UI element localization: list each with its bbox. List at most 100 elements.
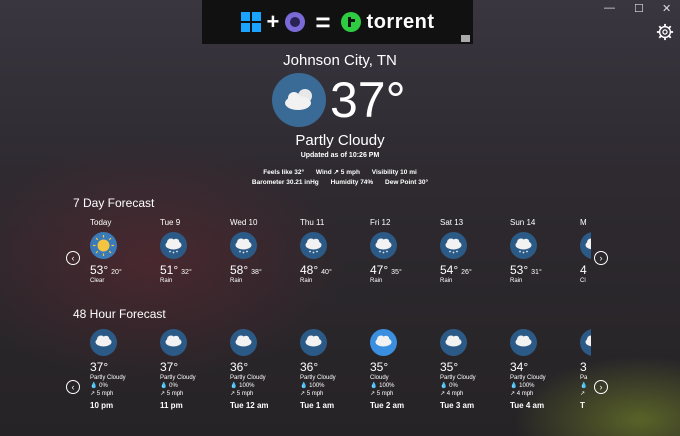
settings-gear-icon[interactable] xyxy=(656,23,674,41)
hour-time: Tue 1 am xyxy=(300,401,335,410)
cloud-icon xyxy=(440,329,467,356)
hour-temp: 35° xyxy=(440,360,459,374)
raindrop-icon: 💧 xyxy=(580,383,588,389)
hour-time: T xyxy=(580,401,585,410)
day-low: 35° xyxy=(391,269,402,276)
day-condition: Rain xyxy=(510,278,523,284)
ad-brand-text: torrent xyxy=(366,10,435,33)
bittorrent-logo-icon xyxy=(285,12,306,32)
day-name: Fri 12 xyxy=(370,218,391,227)
wind-arrow-icon: ↗ xyxy=(580,391,586,397)
seven-day-title: 7 Day Forecast xyxy=(73,196,155,210)
hour-precip: 0% xyxy=(99,383,108,389)
daily-forecast-item[interactable]: M 4 Cl xyxy=(580,218,591,284)
day-name: Sun 14 xyxy=(510,218,536,227)
current-condition: Partly Cloudy xyxy=(295,132,385,149)
raindrop-icon: 💧 xyxy=(370,383,378,389)
daily-forecast-item[interactable]: Fri 12 47° 35° Rain xyxy=(370,218,434,284)
hour-precip: 100% xyxy=(519,383,535,389)
hour-temp: 36° xyxy=(230,360,249,374)
hour-temp: 37° xyxy=(90,360,109,374)
cloud-icon xyxy=(160,329,187,356)
day-condition: Rain xyxy=(230,278,243,284)
hour-temp: 35° xyxy=(370,360,389,374)
current-temperature: 37° xyxy=(330,72,406,128)
wind: Wind ↗ 5 mph xyxy=(315,169,360,176)
hour-condition: Partly Cloudy xyxy=(90,375,126,381)
day-name: Thu 11 xyxy=(300,218,325,227)
ad-plus: + xyxy=(266,9,280,34)
hourly-forecast-item[interactable]: 37° Partly Cloudy 💧 0% ↗ 5 mph 10 pm xyxy=(90,324,154,410)
daily-forecast-item[interactable]: Thu 11 48° 40° Rain xyxy=(300,218,364,284)
hour-condition: Partly Cloudy xyxy=(230,375,266,381)
day-high: 53° xyxy=(90,263,109,277)
rain-cloud-icon xyxy=(510,232,537,259)
daily-forecast-item[interactable]: Sat 13 54° 26° Rain xyxy=(440,218,504,284)
hour-condition: Partly Cloudy xyxy=(440,375,476,381)
cloud-icon xyxy=(230,329,257,356)
daily-forecast-item[interactable]: Tue 9 51° 32° Rain xyxy=(160,218,224,284)
minimize-button[interactable]: — xyxy=(604,2,615,14)
close-button[interactable]: ✕ xyxy=(662,2,671,15)
hourly-forecast-item[interactable]: 35° Cloudy 💧 100% ↗ 5 mph Tue 2 am xyxy=(370,324,434,410)
hourly-next-arrow-icon[interactable]: › xyxy=(594,380,608,394)
hourly-forecast-item[interactable]: 36° Partly Cloudy 💧 100% ↗ 5 mph Tue 12 am xyxy=(230,324,294,410)
hourly-prev-arrow-icon[interactable]: ‹ xyxy=(66,380,80,394)
hourly-forecast-item[interactable]: 37° Partly Cloudy 💧 0% ↗ 5 mph 11 pm xyxy=(160,324,224,410)
day-condition: Rain xyxy=(440,278,453,284)
hourly-forecast-item[interactable]: 3 Pa 💧 ↗ T xyxy=(580,324,591,410)
hour-condition: Partly Cloudy xyxy=(510,375,546,381)
hourly-forecast-item[interactable]: 34° Partly Cloudy 💧 100% ↗ 4 mph Tue 4 am xyxy=(510,324,574,410)
day-name: Tue 9 xyxy=(160,218,181,227)
wind-arrow-icon: ↗ xyxy=(370,391,376,397)
details-row-2: Barometer 30.21 inHg Humidity 74% Dew Po… xyxy=(0,179,680,186)
partly-cloudy-night-icon xyxy=(272,73,326,127)
daily-forecast-item[interactable]: Sun 14 53° 31° Rain xyxy=(510,218,574,284)
daily-next-arrow-icon[interactable]: › xyxy=(594,251,608,265)
hourly-forecast-item[interactable]: 35° Partly Cloudy 💧 0% ↗ 4 mph Tue 3 am xyxy=(440,324,504,410)
day-high: 53° xyxy=(510,263,529,277)
city-name: Johnson City, TN xyxy=(283,52,397,69)
day-low: 32° xyxy=(181,269,192,276)
torrent-logo-icon xyxy=(340,12,361,32)
hour-precip: 0% xyxy=(449,383,458,389)
daily-forecast-item[interactable]: Today 53° 20° Clear xyxy=(90,218,154,284)
day-high: 47° xyxy=(370,263,389,277)
cloud-icon xyxy=(370,329,397,356)
hour-wind: 5 mph xyxy=(236,391,254,397)
barometer: Barometer 30.21 inHg xyxy=(251,179,319,186)
raindrop-icon: 💧 xyxy=(160,383,168,389)
raindrop-icon: 💧 xyxy=(230,383,238,389)
hour-precip: 100% xyxy=(309,383,325,389)
hour-wind: 5 mph xyxy=(306,391,324,397)
rain-cloud-icon xyxy=(370,232,397,259)
hour-time: 11 pm xyxy=(160,401,183,410)
maximize-button[interactable]: ☐ xyxy=(634,2,644,15)
day-low: 31° xyxy=(531,269,542,276)
windows-logo-icon xyxy=(240,12,261,32)
wind-arrow-icon: ↗ xyxy=(160,391,166,397)
day-high: 51° xyxy=(160,263,179,277)
hour-time: 10 pm xyxy=(90,401,114,410)
rain-cloud-icon xyxy=(160,232,187,259)
day-name: M xyxy=(580,218,587,227)
hour-wind: 4 mph xyxy=(446,391,464,397)
day-name: Sat 13 xyxy=(440,218,464,227)
cloud-icon xyxy=(90,329,117,356)
ad-banner[interactable]: + = torrent xyxy=(202,0,473,44)
day-name: Wed 10 xyxy=(230,218,258,227)
hour-condition: Partly Cloudy xyxy=(160,375,196,381)
ad-choices-icon[interactable] xyxy=(461,35,470,42)
hourly-forecast-item[interactable]: 36° Partly Cloudy 💧 100% ↗ 5 mph Tue 1 am xyxy=(300,324,364,410)
hour-temp: 36° xyxy=(300,360,319,374)
hour-time: Tue 2 am xyxy=(370,401,405,410)
day-condition: Rain xyxy=(300,278,313,284)
daily-prev-arrow-icon[interactable]: ‹ xyxy=(66,251,80,265)
hour-temp: 37° xyxy=(160,360,179,374)
daily-forecast-item[interactable]: Wed 10 58° 38° Rain xyxy=(230,218,294,284)
day-high: 4 xyxy=(580,263,587,277)
raindrop-icon: 💧 xyxy=(510,383,518,389)
cloud-icon xyxy=(510,329,537,356)
daily-forecast-strip: Today 53° 20° Clear Tue 9 51° 32° Rain Wed 10 58°… xyxy=(88,218,591,296)
hourly-forecast-strip: 37° Partly Cloudy 💧 0% ↗ 5 mph 10 pm 37° Partl… xyxy=(88,324,591,424)
